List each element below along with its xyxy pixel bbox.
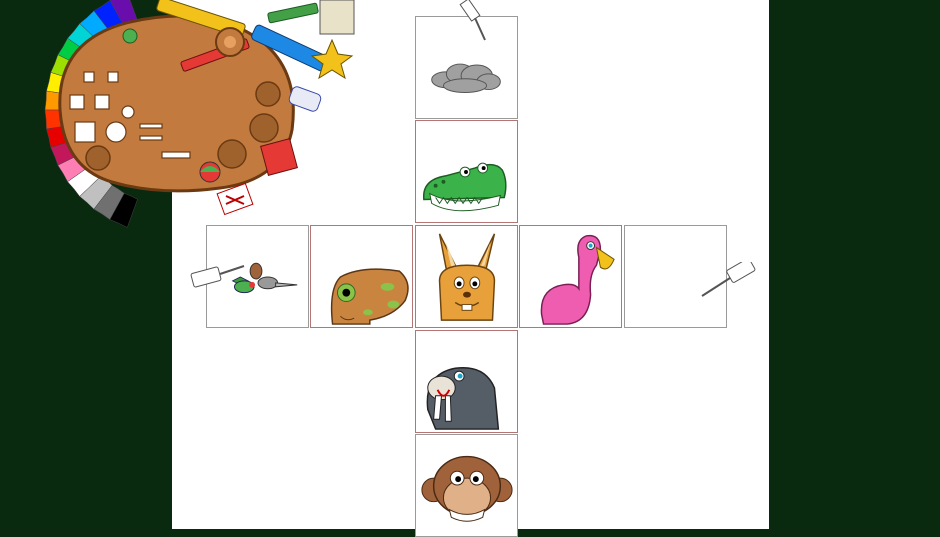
glue-tube-icon[interactable]	[455, 0, 495, 44]
cube-face-monkey[interactable]	[415, 434, 518, 537]
brush-icon[interactable]	[267, 2, 319, 24]
walrus-icon	[426, 366, 500, 430]
cube-face-frog[interactable]	[310, 225, 413, 328]
cube-face-rabbit[interactable]	[415, 225, 518, 328]
cube-face-walrus[interactable]	[415, 330, 518, 433]
stamp-icon[interactable]	[310, 38, 354, 80]
monkey-icon	[421, 455, 513, 522]
cube-face-crocodile[interactable]	[415, 120, 518, 223]
rabbit-icon	[438, 233, 496, 321]
flamingo-icon	[540, 234, 615, 325]
crocodile-icon	[423, 162, 507, 212]
cube-face-flamingo[interactable]	[519, 225, 622, 328]
paint-palette-icon[interactable]	[20, 0, 360, 235]
paint-can-icon[interactable]	[319, 0, 355, 35]
glue-tube-icon[interactable]	[700, 262, 760, 302]
glue-tube-icon[interactable]	[188, 262, 248, 292]
frog-icon	[330, 268, 409, 325]
